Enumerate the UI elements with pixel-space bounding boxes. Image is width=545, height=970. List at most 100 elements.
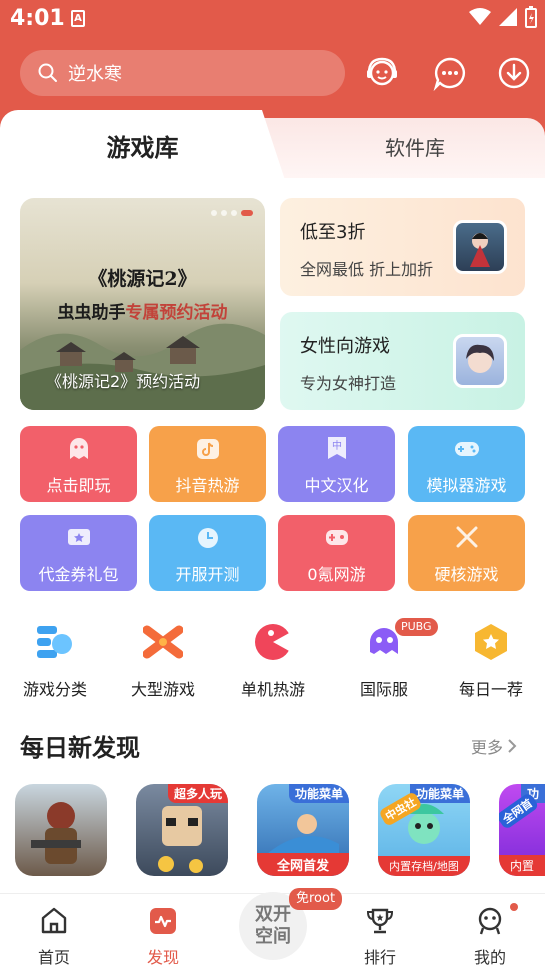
trophy-icon — [366, 908, 394, 934]
category-label: 中文汉化 — [304, 476, 369, 495]
section-title: 每日新发现 — [20, 734, 140, 762]
chinese-character-icon: 中 — [328, 437, 346, 459]
offline-game-icon — [255, 624, 291, 660]
signal-icon — [499, 8, 517, 26]
search-input[interactable]: 逆水寒 — [68, 60, 122, 86]
featured-banner[interactable]: 《桃源记2》 虫虫助手专属预约活动 《桃源记2》预约活动 — [20, 198, 265, 410]
app-notification-icon: A — [71, 10, 85, 27]
tab-software-library[interactable]: 软件库 — [285, 132, 545, 161]
category-label: 硬核游戏 — [434, 565, 499, 584]
promo-female-games-card[interactable]: 女性向游戏 专为女神打造 — [280, 312, 525, 410]
nav-home[interactable]: 首页 — [14, 904, 94, 967]
game-bottom-label: 内置存档/地图 — [378, 856, 470, 876]
banner-subtitle-event: 专属预约活动 — [125, 303, 228, 323]
category-label: 0氪网游 — [307, 565, 366, 584]
nav-label: 发现 — [146, 948, 179, 967]
more-link[interactable]: 更多 — [471, 734, 517, 758]
quick-label: 国际服 — [359, 680, 408, 699]
nav-label: 我的 — [473, 948, 506, 967]
game-tag: 功能菜单 — [288, 784, 349, 803]
crossed-swords-icon — [456, 526, 478, 548]
profile-icon — [478, 907, 502, 935]
category-hardcore[interactable]: 硬核游戏 — [408, 515, 525, 591]
tab-bar: 游戏库 软件库 — [0, 110, 545, 180]
message-icon[interactable] — [432, 55, 468, 91]
wifi-icon — [469, 8, 491, 25]
more-label: 更多 — [471, 738, 504, 757]
quick-game-categories[interactable]: 游戏分类 — [10, 620, 100, 700]
carousel-indicator — [211, 210, 253, 216]
ghost-icon — [70, 438, 88, 459]
quick-offline-hot[interactable]: 单机热游 — [228, 620, 318, 700]
download-icon[interactable] — [496, 55, 532, 91]
category-label: 抖音热游 — [175, 476, 240, 495]
banner-subtitle-brand: 虫虫助手 — [57, 303, 126, 323]
nav-ranking[interactable]: 排行 — [340, 904, 420, 967]
nav-profile[interactable]: 我的 — [450, 904, 530, 967]
category-douyin-hot[interactable]: 抖音热游 — [149, 426, 266, 502]
category-instant-play[interactable]: 点击即玩 — [20, 426, 137, 502]
category-chinese-localized[interactable]: 中 中文汉化 — [278, 426, 395, 502]
coupon-icon — [68, 529, 90, 545]
category-label: 点击即玩 — [46, 476, 111, 495]
nav-label: 排行 — [363, 948, 396, 967]
game-bottom-label: 全网首发 — [257, 853, 349, 876]
status-bar: 4:01 A — [0, 0, 545, 38]
chevron-right-icon — [508, 739, 517, 753]
category-voucher-gift[interactable]: 代金券礼包 — [20, 515, 137, 591]
game-thumbnail — [31, 802, 81, 864]
battery-icon — [525, 6, 537, 28]
game-card[interactable]: 功 全网首 内置 — [499, 784, 545, 876]
promo-female-subtitle: 专为女神打造 — [300, 374, 397, 393]
quick-daily-pick[interactable]: 每日一荐 — [446, 620, 536, 700]
category-label: 代金券礼包 — [38, 565, 119, 584]
game-card[interactable] — [15, 784, 107, 876]
controller-icon — [326, 530, 348, 545]
discover-icon — [150, 908, 176, 934]
customer-service-icon[interactable] — [364, 55, 400, 91]
svg-text:中: 中 — [332, 439, 342, 452]
nav-discover[interactable]: 发现 — [123, 904, 203, 967]
status-time: 4:01 — [10, 6, 65, 31]
category-emulator[interactable]: 模拟器游戏 — [408, 426, 525, 502]
game-tag: 超多人玩 — [167, 784, 228, 803]
home-icon — [41, 907, 67, 934]
banner-subtitle: 虫虫助手专属预约活动 — [20, 298, 265, 323]
quick-label: 大型游戏 — [130, 680, 195, 699]
category-free-online[interactable]: 0氪网游 — [278, 515, 395, 591]
no-root-badge: 免root — [289, 888, 343, 910]
game-card[interactable]: 功能菜单 中虫社 内置存档/地图 — [378, 784, 470, 876]
promo-female-thumbnail — [453, 334, 507, 388]
game-corner-label: 全网首 — [499, 791, 540, 831]
quick-label: 游戏分类 — [22, 680, 87, 699]
quick-label: 每日一荐 — [458, 680, 523, 699]
quick-label: 单机热游 — [240, 680, 305, 699]
category-label: 模拟器游戏 — [426, 476, 507, 495]
banner-caption: 《桃源记2》预约活动 — [46, 372, 201, 391]
promo-discount-title: 低至3折 — [300, 222, 366, 243]
promo-discount-subtitle: 全网最低 折上加折 — [300, 260, 434, 279]
tab-game-library[interactable]: 游戏库 — [0, 128, 285, 163]
pubg-badge: PUBG — [395, 618, 438, 636]
promo-discount-thumbnail — [453, 220, 507, 274]
category-icon — [37, 626, 72, 658]
gamepad-icon — [455, 442, 479, 456]
tiktok-icon — [197, 439, 219, 459]
quick-large-games[interactable]: 大型游戏 — [118, 620, 208, 700]
status-icons — [469, 6, 537, 28]
large-game-icon — [143, 625, 183, 659]
category-server-open[interactable]: 开服开测 — [149, 515, 266, 591]
clock-icon — [198, 528, 218, 548]
promo-female-title: 女性向游戏 — [300, 336, 390, 357]
search-bar[interactable]: 逆水寒 — [20, 50, 345, 96]
search-icon — [38, 63, 57, 82]
dual-space-label: 双开 空间 — [255, 904, 291, 947]
nav-label: 首页 — [37, 948, 70, 967]
banner-title: 《桃源记2》 — [88, 268, 197, 290]
game-card[interactable]: 超多人玩 — [136, 784, 228, 876]
daily-pick-icon — [475, 624, 507, 660]
category-label: 开服开测 — [175, 565, 240, 584]
notification-dot — [510, 903, 518, 911]
game-card[interactable]: 功能菜单 全网首发 — [257, 784, 349, 876]
promo-discount-card[interactable]: 低至3折 全网最低 折上加折 — [280, 198, 525, 296]
